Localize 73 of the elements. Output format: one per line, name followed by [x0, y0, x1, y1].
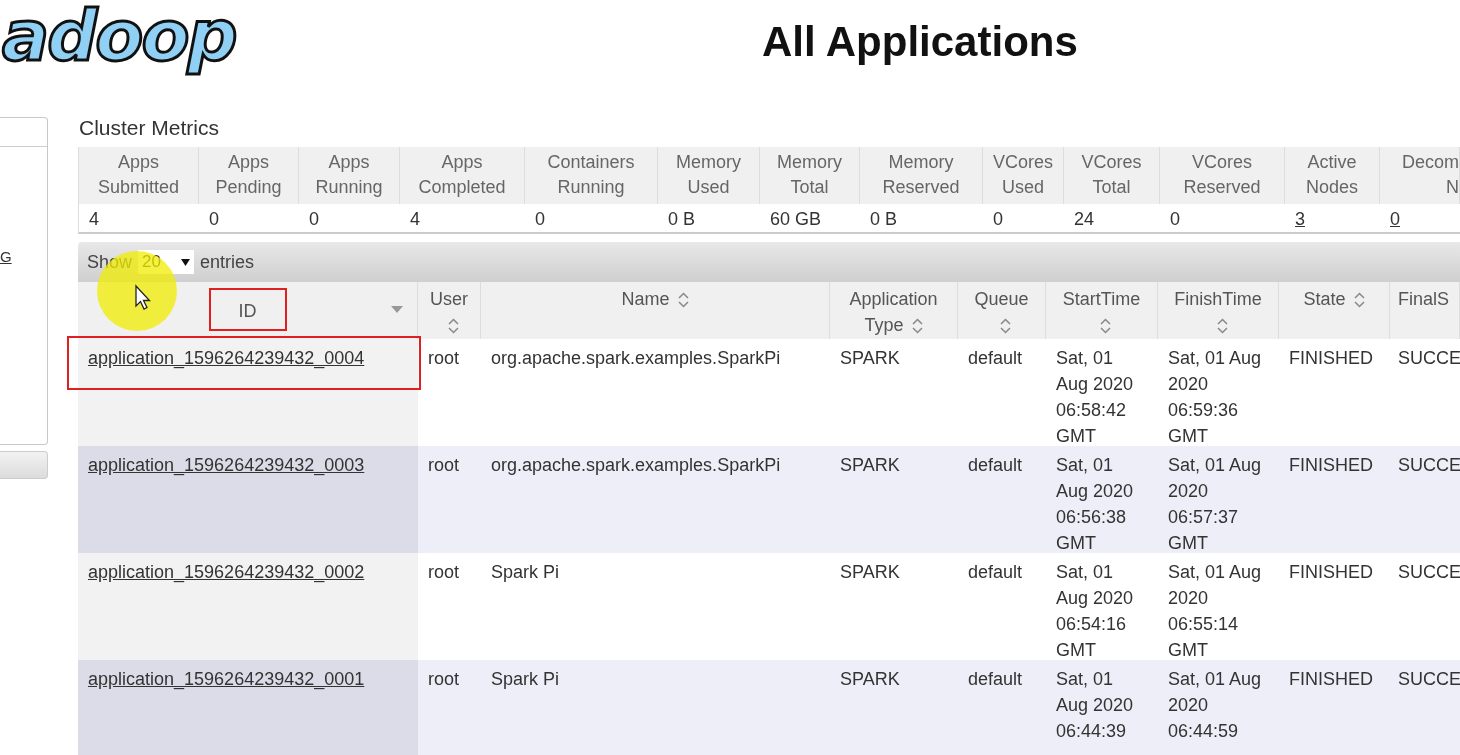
metric-header: VCores Reserved [1160, 147, 1285, 204]
column-header[interactable]: Application Type [830, 282, 958, 339]
table-cell-text: default [967, 561, 1024, 584]
table-cell: SUCCE [1390, 660, 1460, 755]
sort-icon [1216, 318, 1228, 335]
table-cell-text: FINISHED [1288, 347, 1374, 370]
metric-value: 4 [78, 204, 199, 234]
table-cell: Sat, 01 Aug 2020 06:44:39 [1046, 660, 1158, 755]
table-cell-text: org.apache.spark.examples.SparkPi [490, 347, 782, 370]
table-cell-text: FINISHED [1288, 561, 1374, 584]
table-cell-text: SPARK [839, 347, 901, 370]
metric-header: Decom N [1380, 147, 1460, 204]
table-cell: SPARK [830, 446, 958, 553]
sidebar-link[interactable]: G [0, 248, 12, 265]
table-cell-text: Sat, 01 Aug 2020 06:55:14 GMT [1167, 561, 1263, 660]
metric-header: VCores Total [1064, 147, 1160, 204]
section-title: Cluster Metrics [79, 116, 221, 140]
table-cell: org.apache.spark.examples.SparkPi [481, 446, 830, 553]
metric-header: Apps Completed [400, 147, 525, 204]
table-cell: Sat, 01 Aug 2020 06:44:59 [1158, 660, 1279, 755]
column-header[interactable]: Name [481, 282, 830, 339]
metric-header: Containers Running [525, 147, 658, 204]
application-link[interactable]: application_1596264239432_0004 [88, 348, 365, 368]
application-link[interactable]: application_1596264239432_0002 [88, 562, 365, 582]
table-cell-text: Spark Pi [490, 561, 561, 584]
metric-header: Apps Running [299, 147, 400, 204]
table-cell: FINISHED [1279, 660, 1390, 755]
application-link[interactable]: application_1596264239432_0001 [88, 669, 365, 689]
page-title: All Applications [762, 18, 1078, 66]
table-cell-text: root [427, 347, 461, 370]
table-cell-text: Sat, 01 Aug 2020 06:54:16 GMT [1055, 561, 1135, 660]
sort-icon [1100, 318, 1111, 335]
sort-icon [1000, 318, 1011, 335]
metric-header: Apps Submitted [78, 147, 199, 204]
table-cell: default [958, 660, 1046, 755]
metric-header: Active Nodes [1285, 147, 1380, 204]
table-cell: SPARK [830, 660, 958, 755]
table-cell-text: SUCCE [1397, 561, 1460, 584]
hadoop-logo: adoop [2, 0, 237, 78]
table-cell-text: SPARK [839, 561, 901, 584]
sort-icon [447, 318, 459, 335]
column-header[interactable]: State [1279, 282, 1390, 339]
table-cell-text: Sat, 01 Aug 2020 06:59:36 GMT [1167, 347, 1263, 446]
metric-header: Memory Total [760, 147, 860, 204]
table-cell: Sat, 01 Aug 2020 06:56:38 GMT [1046, 446, 1158, 553]
metric-header: Memory Reserved [860, 147, 983, 204]
table-cell: Spark Pi [481, 660, 830, 755]
sort-icon [1353, 292, 1365, 309]
column-header[interactable]: FinishTime [1158, 282, 1279, 339]
dropdown-caret-icon [181, 258, 191, 266]
column-header[interactable]: Queue [958, 282, 1046, 339]
column-header[interactable]: StartTime [1046, 282, 1158, 339]
sort-descending-icon [391, 306, 403, 313]
sort-icon [677, 292, 689, 309]
column-header[interactable]: User [418, 282, 481, 339]
table-cell: root [418, 446, 481, 553]
table-cell: default [958, 446, 1046, 553]
sidebar-bar [0, 451, 48, 479]
metric-header: VCores Used [983, 147, 1064, 204]
table-cell: FINISHED [1279, 446, 1390, 553]
table-cell-text: default [967, 347, 1024, 370]
metric-header: Apps Pending [199, 147, 299, 204]
application-link[interactable]: application_1596264239432_0003 [88, 455, 365, 475]
sort-icon [911, 318, 923, 335]
table-cell-text: Sat, 01 Aug 2020 06:58:42 GMT [1055, 347, 1135, 446]
table-cell-text: root [427, 561, 461, 584]
table-cell: root [418, 660, 481, 755]
metric-header: Memory Used [658, 147, 760, 204]
column-header[interactable]: FinalS [1390, 282, 1460, 339]
table-cell: Sat, 01 Aug 2020 06:57:37 GMT [1158, 446, 1279, 553]
entries-label: entries [200, 251, 255, 273]
table-cell-text: SUCCE [1397, 347, 1460, 370]
table-cell: SUCCE [1390, 446, 1460, 553]
